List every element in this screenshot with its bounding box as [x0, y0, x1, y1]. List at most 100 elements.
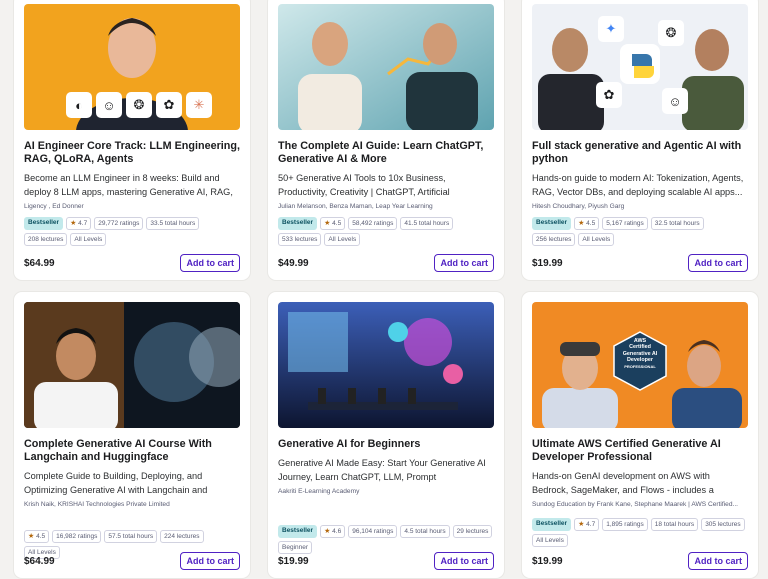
price-row: $19.99 Add to cart — [278, 552, 494, 570]
level-chip: All Levels — [532, 534, 568, 547]
course-badges: Bestseller ★ 4.7 29,772 ratings 33.5 tot… — [24, 217, 240, 246]
star-icon: ★ — [578, 220, 585, 227]
course-description: Hands-on guide to modern AI: Tokenizatio… — [532, 173, 744, 197]
course-description: 50+ Generative AI Tools to 10x Business,… — [278, 173, 450, 197]
level-chip: All Levels — [70, 233, 107, 246]
course-badges: Bestseller ★ 4.5 58,492 ratings 41.5 tot… — [278, 217, 494, 246]
course-thumbnail[interactable] — [24, 302, 240, 428]
add-to-cart-button[interactable]: Add to cart — [180, 552, 240, 570]
course-price: $64.99 — [24, 555, 55, 567]
lectures-chip: 256 lectures — [532, 233, 576, 246]
huggingface-icon: ☺ — [96, 92, 122, 118]
course-title[interactable]: Complete Generative AI Course With Langc… — [24, 438, 240, 464]
add-to-cart-button[interactable]: Add to cart — [688, 254, 748, 272]
price-row: $64.99 Add to cart — [24, 254, 240, 272]
bestseller-badge: Bestseller — [278, 525, 318, 538]
course-badges: Bestseller ★ 4.5 5,167 ratings 32.5 tota… — [532, 217, 748, 246]
lectures-chip: 29 lectures — [452, 525, 493, 538]
star-icon: ★ — [324, 220, 331, 227]
course-badges: Bestseller ★ 4.6 96,104 ratings 4.5 tota… — [278, 525, 494, 554]
ratings-count-chip: 16,982 ratings — [52, 530, 102, 543]
course-description: Complete Guide to Building, Deploying, a… — [24, 471, 208, 495]
hours-chip: 18 total hours — [650, 518, 699, 531]
openai-icon: ❂ — [658, 20, 684, 46]
bestseller-badge: Bestseller — [532, 518, 572, 531]
course-thumbnail[interactable] — [278, 302, 494, 428]
course-card[interactable]: AWS Certified Generative AI Developer PR… — [522, 292, 758, 578]
lectures-chip: 533 lectures — [278, 233, 322, 246]
bestseller-badge: Bestseller — [532, 217, 572, 230]
course-author: Julian Melanson, Benza Maman, Leap Year … — [278, 203, 433, 210]
price-row: $19.99 Add to cart — [532, 254, 748, 272]
rating-chip: ★ 4.5 — [24, 530, 50, 543]
course-description: Hands-on GenAI development on AWS with B… — [532, 471, 714, 495]
huggingface-icon: ☺ — [662, 88, 688, 114]
course-thumbnail[interactable] — [278, 4, 494, 130]
star-icon: ★ — [578, 521, 585, 528]
ratings-count-chip: 96,104 ratings — [348, 525, 398, 538]
claude-icon: ✳ — [186, 92, 212, 118]
course-author: Aakriti E-Learning Academy — [278, 488, 360, 495]
ratings-count-chip: 58,492 ratings — [348, 217, 398, 230]
course-title[interactable]: Generative AI for Beginners — [278, 438, 494, 451]
course-badges: Bestseller ★ 4.7 1,895 ratings 18 total … — [532, 518, 748, 547]
star-icon: ★ — [324, 528, 331, 535]
course-price: $64.99 — [24, 257, 55, 269]
course-title[interactable]: Full stack generative and Agentic AI wit… — [532, 140, 748, 166]
aws-certification-badge: AWS Certified Generative AI Developer PR… — [616, 338, 664, 370]
course-title[interactable]: The Complete AI Guide: Learn ChatGPT, Ge… — [278, 140, 494, 166]
llama-icon: ✿ — [156, 92, 182, 118]
rating-chip: ★ 4.7 — [574, 518, 600, 531]
level-chip: All Levels — [324, 233, 361, 246]
hours-chip: 57.5 total hours — [104, 530, 158, 543]
bestseller-badge: Bestseller — [278, 217, 318, 230]
openai-icon: ❂ — [126, 92, 152, 118]
course-card[interactable]: Generative AI for Beginners Generative A… — [268, 292, 504, 578]
course-thumbnail[interactable]: AWS Certified Generative AI Developer PR… — [532, 302, 748, 428]
course-price: $19.99 — [532, 555, 563, 567]
lectures-chip: 305 lectures — [701, 518, 745, 531]
level-chip: All Levels — [578, 233, 615, 246]
course-title[interactable]: AI Engineer Core Track: LLM Engineering,… — [24, 140, 240, 166]
price-row: $64.99 Add to cart — [24, 552, 240, 570]
course-description: Become an LLM Engineer in 8 weeks: Build… — [24, 173, 233, 197]
add-to-cart-button[interactable]: Add to cart — [434, 552, 494, 570]
course-description: Generative AI Made Easy: Start Your Gene… — [278, 458, 486, 482]
course-price: $19.99 — [532, 257, 563, 269]
price-row: $49.99 Add to cart — [278, 254, 494, 272]
course-card[interactable]: The Complete AI Guide: Learn ChatGPT, Ge… — [268, 0, 504, 280]
course-price: $49.99 — [278, 257, 309, 269]
course-title[interactable]: Ultimate AWS Certified Generative AI Dev… — [532, 438, 748, 464]
course-thumbnail[interactable]: ◐ ☺ ❂ ✿ ✳ — [24, 4, 240, 130]
course-author: Ligency , Ed Donner — [24, 203, 84, 210]
rating-chip: ★ 4.7 — [66, 217, 92, 230]
chatgpt-icon: ◐ — [66, 92, 92, 118]
price-row: $19.99 Add to cart — [532, 552, 748, 570]
rating-chip: ★ 4.5 — [574, 217, 600, 230]
add-to-cart-button[interactable]: Add to cart — [434, 254, 494, 272]
course-author: Sundog Education by Frank Kane, Stephane… — [532, 501, 738, 508]
gemini-icon: ✦ — [598, 16, 624, 42]
star-icon: ★ — [70, 220, 77, 227]
add-to-cart-button[interactable]: Add to cart — [688, 552, 748, 570]
lectures-chip: 224 lectures — [160, 530, 204, 543]
course-thumbnail[interactable]: ✦ ❂ ✿ ☺ — [532, 4, 748, 130]
add-to-cart-button[interactable]: Add to cart — [180, 254, 240, 272]
hours-chip: 41.5 total hours — [400, 217, 454, 230]
lectures-chip: 208 lectures — [24, 233, 68, 246]
star-icon: ★ — [28, 533, 35, 540]
ratings-count-chip: 5,167 ratings — [602, 217, 648, 230]
course-grid: ◐ ☺ ❂ ✿ ✳ AI Engineer Core Track: LLM En… — [14, 0, 758, 578]
course-card[interactable]: ◐ ☺ ❂ ✿ ✳ AI Engineer Core Track: LLM En… — [14, 0, 250, 280]
hours-chip: 33.5 total hours — [146, 217, 200, 230]
course-card[interactable]: ✦ ❂ ✿ ☺ Full stack generative and Agenti… — [522, 0, 758, 280]
aws-badge-line: PROFESSIONAL — [624, 363, 656, 369]
rating-chip: ★ 4.6 — [320, 525, 346, 538]
course-price: $19.99 — [278, 555, 309, 567]
bestseller-badge: Bestseller — [24, 217, 64, 230]
course-card[interactable]: Complete Generative AI Course With Langc… — [14, 292, 250, 578]
ratings-count-chip: 29,772 ratings — [94, 217, 144, 230]
course-author: Hitesh Choudhary, Piyush Garg — [532, 203, 625, 210]
hours-chip: 32.5 total hours — [650, 217, 704, 230]
rating-chip: ★ 4.5 — [320, 217, 346, 230]
